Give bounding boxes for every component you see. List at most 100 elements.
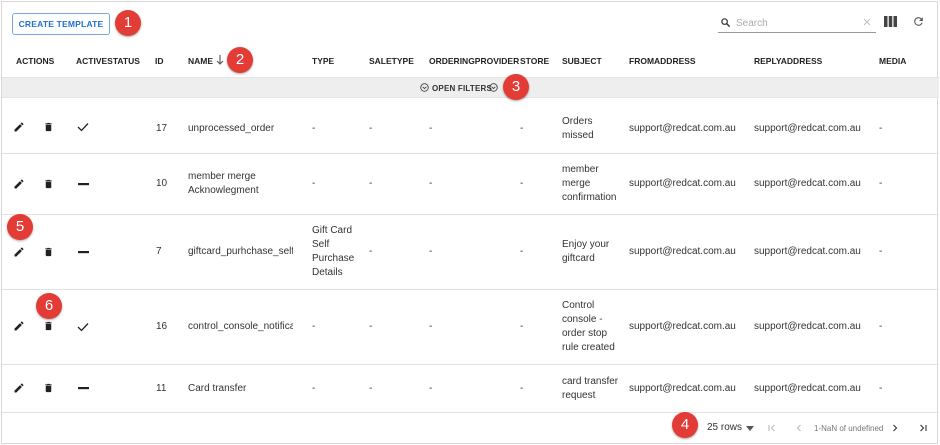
- table-row[interactable]: 10 member merge Acknowlegment - - - - me…: [2, 154, 939, 215]
- cell-store: -: [520, 383, 524, 394]
- cell-subject: Orders missed: [562, 116, 594, 141]
- refresh-icon[interactable]: [912, 15, 925, 28]
- cell-type: -: [312, 123, 316, 134]
- delete-trash-icon[interactable]: [43, 246, 54, 258]
- table-row[interactable]: 16 control_console_notification - - - - …: [2, 290, 939, 365]
- data-grid-panel: CREATE TEMPLATE ACTIONS ACTIVESTATUS ID …: [1, 1, 939, 444]
- columns-icon[interactable]: [884, 16, 897, 27]
- page-range-text: 1-NaN of undefined: [814, 424, 884, 433]
- cell-media: -: [879, 178, 883, 189]
- annotation-badge-2: 2: [227, 47, 253, 73]
- edit-pencil-icon[interactable]: [13, 178, 25, 190]
- cell-fromaddress: support@redcat.com.au: [629, 383, 736, 394]
- cell-fromaddress: support@redcat.com.au: [629, 123, 736, 134]
- cell-store: -: [520, 123, 524, 134]
- last-page-icon[interactable]: [917, 422, 929, 434]
- edit-pencil-icon[interactable]: [13, 121, 25, 133]
- first-page-icon[interactable]: [766, 422, 778, 434]
- dash-icon: [78, 183, 89, 186]
- chevron-circle-down-icon: [489, 83, 498, 92]
- cell-saletype: -: [369, 246, 373, 257]
- cell-replyaddress: support@redcat.com.au: [754, 178, 861, 189]
- dash-icon: [78, 251, 89, 254]
- cell-store: -: [520, 246, 524, 257]
- cell-name: giftcard_purhchase_self: [188, 246, 293, 257]
- col-type[interactable]: TYPE: [312, 56, 334, 66]
- cell-media: -: [879, 246, 883, 257]
- table-header: ACTIONS ACTIVESTATUS ID NAME TYPE SALETY…: [2, 48, 939, 74]
- open-filters-label: OPEN FILTERS: [432, 84, 493, 93]
- cell-fromaddress: support@redcat.com.au: [629, 321, 736, 332]
- create-template-button[interactable]: CREATE TEMPLATE: [12, 13, 110, 35]
- delete-trash-icon[interactable]: [43, 382, 54, 394]
- cell-orderingprovider: -: [429, 383, 433, 394]
- annotation-badge-1: 1: [115, 10, 141, 36]
- delete-trash-icon[interactable]: [43, 121, 54, 133]
- cell-orderingprovider: -: [429, 321, 433, 332]
- col-name[interactable]: NAME: [188, 56, 213, 66]
- cell-type: -: [312, 178, 316, 189]
- col-replyaddress[interactable]: REPLYADDRESS: [754, 56, 822, 66]
- annotation-badge-6: 6: [36, 293, 62, 319]
- chevron-circle-down-icon: [420, 83, 429, 92]
- cell-orderingprovider: -: [429, 246, 433, 257]
- next-page-icon[interactable]: [889, 422, 901, 434]
- cell-media: -: [879, 383, 883, 394]
- cell-store: -: [520, 178, 524, 189]
- cell-subject: Enjoy your giftcard: [562, 239, 610, 264]
- cell-replyaddress: support@redcat.com.au: [754, 321, 861, 332]
- delete-trash-icon[interactable]: [43, 320, 54, 332]
- col-subject[interactable]: SUBJECT: [562, 56, 602, 66]
- cell-fromaddress: support@redcat.com.au: [629, 246, 736, 257]
- clear-icon[interactable]: [862, 17, 872, 27]
- edit-pencil-icon[interactable]: [13, 320, 25, 332]
- edit-pencil-icon[interactable]: [13, 246, 25, 258]
- col-activestatus: ACTIVESTATUS: [76, 56, 140, 66]
- delete-trash-icon[interactable]: [43, 178, 54, 190]
- sort-down-arrow-icon[interactable]: [216, 55, 224, 65]
- cell-saletype: -: [369, 178, 373, 189]
- col-id[interactable]: ID: [155, 56, 164, 66]
- rows-per-page-select[interactable]: 25 rows: [707, 422, 742, 433]
- search-box[interactable]: [718, 13, 876, 33]
- cell-id: 17: [156, 123, 168, 134]
- table-row[interactable]: 11 Card transfer - - - - card transfer r…: [2, 365, 939, 413]
- cell-type: -: [312, 383, 316, 394]
- col-fromaddress[interactable]: FROMADDRESS: [629, 56, 696, 66]
- open-filters-bar[interactable]: OPEN FILTERS: [2, 77, 939, 98]
- annotation-badge-4: 4: [672, 412, 698, 438]
- prev-page-icon[interactable]: [793, 422, 805, 434]
- table-row[interactable]: 7 giftcard_purhchase_self Gift Card Self…: [2, 215, 939, 290]
- cell-fromaddress: support@redcat.com.au: [629, 178, 736, 189]
- cell-store: -: [520, 321, 524, 332]
- cell-subject: Control console - order stop rule create…: [562, 300, 615, 353]
- dash-icon: [78, 387, 89, 390]
- cell-name: unprocessed_order: [188, 123, 275, 134]
- col-actions: ACTIONS: [16, 56, 55, 66]
- cell-id: 10: [156, 178, 168, 189]
- cell-saletype: -: [369, 383, 373, 394]
- col-saletype[interactable]: SALETYPE: [369, 56, 414, 66]
- col-orderingprovider[interactable]: ORDERINGPROVIDER: [429, 56, 519, 66]
- col-media[interactable]: MEDIA: [879, 56, 906, 66]
- search-icon: [721, 18, 731, 28]
- col-store[interactable]: STORE: [520, 56, 549, 66]
- cell-type: -: [312, 321, 316, 332]
- check-icon: [77, 123, 89, 132]
- cell-name: Card transfer: [188, 383, 247, 394]
- cell-orderingprovider: -: [429, 178, 433, 189]
- cell-id: 11: [156, 383, 167, 394]
- edit-pencil-icon[interactable]: [13, 382, 25, 394]
- check-icon: [77, 323, 89, 332]
- cell-name: control_console_notification: [188, 321, 293, 332]
- cell-replyaddress: support@redcat.com.au: [754, 246, 861, 257]
- cell-subject: member merge confirmation: [562, 164, 617, 203]
- caret-down-icon[interactable]: [746, 426, 754, 431]
- cell-saletype: -: [369, 123, 373, 134]
- cell-saletype: -: [369, 321, 373, 332]
- cell-type: Gift Card Self Purchase Details: [312, 225, 355, 278]
- cell-subject: card transfer request: [562, 376, 619, 401]
- cell-name: member merge Acknowlegment: [188, 171, 259, 196]
- table-row[interactable]: 17 unprocessed_order - - - - Orders miss…: [2, 99, 939, 154]
- search-input[interactable]: [736, 15, 856, 31]
